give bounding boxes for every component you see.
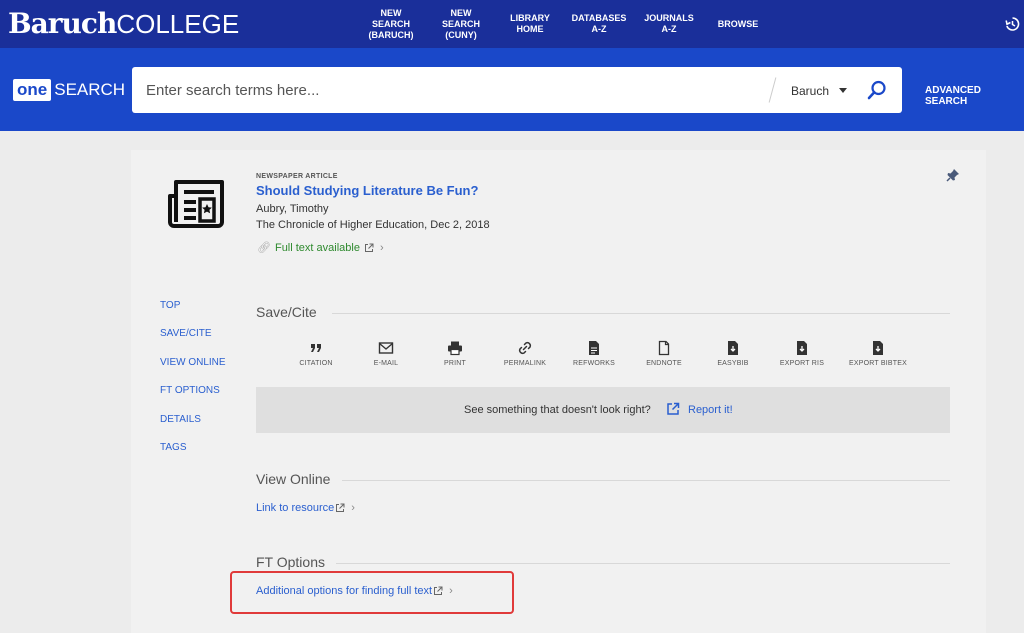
- chevron-down-icon[interactable]: [839, 88, 847, 93]
- permalink-button[interactable]: PERMALINK: [495, 340, 555, 367]
- external-link-icon: [336, 503, 345, 512]
- file-export-icon: [728, 341, 738, 355]
- view-online-title: View Online: [256, 471, 331, 487]
- report-prompt: See something that doesn't look right?: [464, 404, 651, 416]
- logo-light-text: COLLEGE: [116, 9, 240, 39]
- link-to-resource-label: Link to resource: [256, 502, 335, 514]
- action-label: EXPORT RIS: [779, 360, 825, 367]
- chevron-right-icon: ›: [351, 502, 355, 514]
- email-button[interactable]: E-MAIL: [356, 340, 416, 367]
- search-input[interactable]: [146, 79, 746, 101]
- action-label: PERMALINK: [503, 360, 547, 367]
- full-text-available-link[interactable]: 🔗︎ Full text available ›: [257, 241, 384, 255]
- file-export-icon: [797, 341, 807, 355]
- search-icon[interactable]: [865, 78, 889, 102]
- link-icon: [518, 341, 532, 355]
- email-icon: [378, 342, 394, 354]
- section-divider: [342, 480, 950, 481]
- export-bibtex-button[interactable]: EXPORT BIBTEX: [848, 340, 908, 367]
- link-to-resource[interactable]: Link to resource ›: [256, 502, 355, 514]
- onesearch-logo-one: one: [13, 79, 52, 101]
- nav-new-search-baruch[interactable]: NEW SEARCH (BARUCH): [362, 0, 420, 48]
- onesearch-logo[interactable]: one SEARCH: [13, 78, 125, 102]
- quote-icon: [311, 344, 321, 352]
- advanced-search-link[interactable]: ADVANCED SEARCH: [925, 85, 1024, 107]
- item-author: Aubry, Timothy: [256, 203, 329, 215]
- nav-browse[interactable]: BROWSE: [708, 0, 768, 48]
- external-link-icon: [364, 243, 374, 252]
- ft-options-title: FT Options: [256, 554, 325, 570]
- endnote-button[interactable]: ENDNOTE: [634, 340, 694, 367]
- sidenav-view-online[interactable]: VIEW ONLINE: [160, 357, 226, 368]
- chevron-right-icon: ›: [379, 241, 384, 254]
- file-export-icon: [873, 341, 883, 355]
- citation-button[interactable]: CITATION: [286, 340, 346, 367]
- nav-databases-az[interactable]: DATABASES A-Z: [566, 0, 632, 48]
- report-it-link[interactable]: Report it!: [688, 404, 733, 416]
- onesearch-logo-search: SEARCH: [54, 80, 126, 99]
- section-divider: [336, 563, 950, 564]
- print-icon: [448, 341, 462, 356]
- print-button[interactable]: PRINT: [425, 340, 485, 367]
- item-source: The Chronicle of Higher Education, Dec 2…: [256, 219, 490, 231]
- baruch-college-logo[interactable]: BaruchCOLLEGE: [8, 8, 239, 45]
- action-label: E-MAIL: [373, 360, 399, 367]
- refworks-button[interactable]: REFWORKS: [564, 340, 624, 367]
- action-label: EASYBIB: [717, 360, 749, 367]
- action-label: ENDNOTE: [646, 360, 682, 367]
- scope-select[interactable]: Baruch: [791, 84, 829, 98]
- sidenav-save-cite[interactable]: SAVE/CITE: [160, 328, 212, 339]
- nav-new-search-cuny[interactable]: NEW SEARCH (CUNY): [432, 0, 490, 48]
- history-icon[interactable]: [1004, 16, 1020, 32]
- nav-journals-az[interactable]: JOURNALS A-Z: [639, 0, 699, 48]
- nav-library-home[interactable]: LIBRARY HOME: [501, 0, 559, 48]
- document-icon: [589, 341, 599, 355]
- full-text-label: Full text available: [274, 241, 360, 254]
- action-label: PRINT: [444, 360, 466, 367]
- sidenav-details[interactable]: DETAILS: [160, 414, 201, 425]
- document-outline-icon: [658, 340, 670, 356]
- sidenav-top[interactable]: TOP: [160, 300, 180, 311]
- section-divider: [332, 313, 950, 314]
- external-link-icon[interactable]: [666, 402, 680, 416]
- link-icon: 🔗︎: [257, 242, 271, 254]
- action-label: REFWORKS: [572, 360, 616, 367]
- pin-icon[interactable]: [946, 168, 960, 182]
- action-label: EXPORT BIBTEX: [849, 360, 907, 367]
- sidenav-tags[interactable]: TAGS: [160, 442, 186, 453]
- search-box: Baruch: [132, 67, 902, 113]
- action-label: CITATION: [299, 360, 333, 367]
- highlight-box: [230, 571, 514, 614]
- easybib-button[interactable]: EASYBIB: [703, 340, 763, 367]
- scope-divider: [768, 77, 777, 103]
- sidenav-ft-options[interactable]: FT OPTIONS: [160, 385, 220, 396]
- export-ris-button[interactable]: EXPORT RIS: [772, 340, 832, 367]
- newspaper-icon: [168, 180, 224, 228]
- save-cite-title: Save/Cite: [256, 304, 317, 320]
- item-title-link[interactable]: Should Studying Literature Be Fun?: [256, 183, 478, 198]
- logo-bold-text: Baruch: [8, 7, 117, 40]
- item-type: NEWSPAPER ARTICLE: [256, 173, 338, 180]
